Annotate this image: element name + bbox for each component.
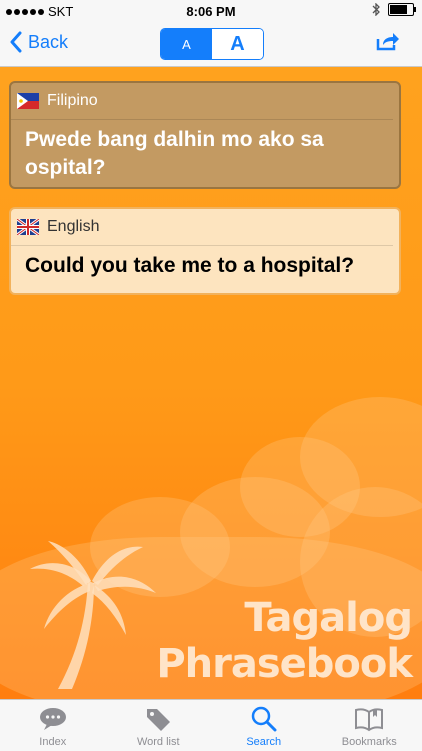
tab-search-label: Search: [246, 736, 281, 748]
search-icon: [249, 706, 279, 732]
english-phrase-text: Could you take me to a hospital?: [11, 246, 399, 286]
tab-bookmarks-label: Bookmarks: [342, 736, 397, 748]
filipino-card-header: Filipino: [11, 83, 393, 120]
chevron-left-icon: [10, 31, 22, 53]
tab-bookmarks[interactable]: Bookmarks: [317, 700, 422, 751]
share-button[interactable]: [376, 31, 400, 56]
english-card-header: English: [11, 209, 393, 246]
battery-icon: [388, 3, 414, 16]
font-large-button[interactable]: A: [212, 29, 263, 59]
filipino-phrase-card: Filipino Pwede bang dalhin mo ako sa osp…: [9, 81, 401, 189]
tab-index[interactable]: Index: [0, 700, 106, 751]
palm-tree-icon: [28, 541, 158, 691]
uk-flag-icon: [17, 219, 39, 235]
status-time: 8:06 PM: [0, 4, 422, 19]
app-title-line2: Phrasebook: [156, 641, 412, 687]
english-phrase-card: English Could you take me to a hospital?: [9, 207, 401, 295]
bluetooth-icon: [372, 3, 380, 16]
status-right: [372, 3, 414, 16]
tab-word-list-label: Word list: [137, 736, 180, 748]
filipino-language-label: Filipino: [47, 92, 98, 110]
back-label: Back: [28, 32, 68, 53]
english-language-label: English: [47, 218, 99, 236]
navigation-bar: Back A A: [0, 22, 422, 66]
app-title-line1: Tagalog: [244, 595, 412, 641]
tab-bar: Index Word list Search Bookmarks: [0, 699, 422, 751]
speech-bubble-icon: [38, 706, 68, 732]
tag-icon: [143, 706, 173, 732]
filipino-phrase-text: Pwede bang dalhin mo ako sa ospital?: [11, 120, 399, 188]
tab-index-label: Index: [39, 736, 66, 748]
font-small-button[interactable]: A: [161, 29, 212, 59]
book-icon: [354, 706, 384, 732]
phrase-content: Filipino Pwede bang dalhin mo ako sa osp…: [0, 67, 422, 699]
top-bar: SKT 8:06 PM Back A A: [0, 0, 422, 67]
back-button[interactable]: Back: [10, 31, 68, 53]
status-bar: SKT 8:06 PM: [0, 0, 422, 22]
tab-search[interactable]: Search: [211, 700, 317, 751]
font-size-segmented-control[interactable]: A A: [160, 28, 264, 60]
share-icon: [376, 31, 400, 51]
philippines-flag-icon: [17, 93, 39, 109]
tab-word-list[interactable]: Word list: [106, 700, 212, 751]
